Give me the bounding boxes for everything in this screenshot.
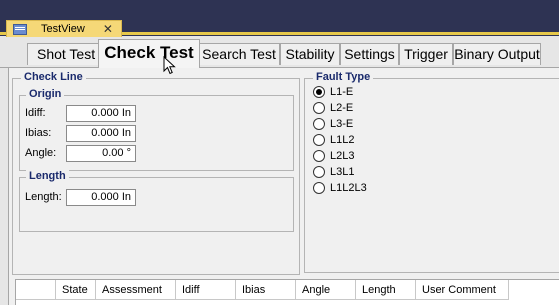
idiff-input[interactable]: 0.000 In [66, 105, 136, 122]
fault-option-l2l3[interactable]: L2L3 [313, 150, 354, 162]
grid-header-user-comment[interactable]: User Comment [416, 280, 509, 300]
close-icon[interactable]: ✕ [103, 22, 113, 36]
fault-option-l1l2l3[interactable]: L1L2L3 [313, 182, 367, 194]
fault-option-label: L2-E [330, 102, 354, 114]
angle-input[interactable]: 0.00 ° [66, 145, 136, 162]
tab-stability[interactable]: Stability [280, 43, 340, 65]
radio-button[interactable] [313, 166, 325, 178]
radio-button[interactable] [313, 134, 325, 146]
fault-option-label: L2L3 [330, 150, 355, 162]
radio-button[interactable] [313, 86, 325, 98]
grid-header-idiff[interactable]: Idiff [176, 280, 236, 300]
document-icon [13, 23, 27, 35]
grid-header-state[interactable]: State [56, 280, 96, 300]
document-tab-testview[interactable]: TestView ✕ [6, 20, 122, 37]
radio-button[interactable] [313, 182, 325, 194]
fault-option-label: L1-E [330, 86, 354, 98]
ibias-input[interactable]: 0.000 In [66, 125, 136, 142]
fault-option-label: L1L2L3 [330, 182, 367, 194]
fault-option-l3-e[interactable]: L3-E [313, 118, 353, 130]
tab-trigger[interactable]: Trigger [399, 43, 453, 65]
tab-settings[interactable]: Settings [340, 43, 399, 65]
origin-legend: Origin [26, 88, 65, 100]
check-line-legend: Check Line [21, 71, 86, 83]
test-tabstrip: Shot Test Check Test Search Test Stabili… [0, 37, 559, 69]
fault-option-label: L3-E [330, 118, 354, 130]
grid-header-length[interactable]: Length [356, 280, 416, 300]
results-grid[interactable]: State Assessment Idiff Ibias Angle Lengt… [15, 279, 559, 305]
fault-option-label: L3L1 [330, 166, 355, 178]
length-input[interactable]: 0.000 In [66, 189, 136, 206]
radio-button[interactable] [313, 102, 325, 114]
idiff-label: Idiff: [25, 107, 46, 119]
fault-option-l3l1[interactable]: L3L1 [313, 166, 354, 178]
tab-binary-output[interactable]: Binary Output [453, 43, 541, 65]
check-line-group: Check Line Origin Idiff: 0.000 In Ibias:… [12, 71, 300, 275]
origin-group: Origin Idiff: 0.000 In Ibias: 0.000 In A… [19, 88, 294, 171]
fault-option-label: L1L2 [330, 134, 355, 146]
fault-type-legend: Fault Type [313, 71, 374, 83]
grid-header-assessment[interactable]: Assessment [96, 280, 176, 300]
tab-search-test[interactable]: Search Test [198, 43, 280, 65]
ibias-label: Ibias: [25, 127, 52, 139]
radio-button[interactable] [313, 118, 325, 130]
fault-option-l2-e[interactable]: L2-E [313, 102, 353, 114]
document-tab-band: TestView ✕ [0, 0, 559, 37]
grid-header-row: State Assessment Idiff Ibias Angle Lengt… [16, 280, 509, 300]
fault-option-l1-e[interactable]: L1-E [313, 86, 353, 98]
length-legend: Length [26, 170, 69, 182]
length-label: Length: [25, 191, 62, 203]
tab-shot-test[interactable]: Shot Test [27, 43, 101, 65]
grid-header-ibias[interactable]: Ibias [236, 280, 296, 300]
grid-header-rowselector[interactable] [16, 280, 56, 300]
length-group: Length Length: 0.000 In [19, 170, 294, 232]
mouse-pointer-icon [163, 56, 176, 75]
tab-check-test[interactable]: Check Test [98, 39, 200, 68]
check-test-panel: Check Line Origin Idiff: 0.000 In Ibias:… [8, 68, 559, 305]
document-tab-title: TestView [41, 23, 85, 35]
fault-type-group: Fault Type L1-E L2-E L3-E L1L2 L2L3 L3L1… [304, 71, 559, 273]
grid-header-angle[interactable]: Angle [296, 280, 356, 300]
angle-label: Angle: [25, 147, 57, 159]
radio-button[interactable] [313, 150, 325, 162]
fault-option-l1l2[interactable]: L1L2 [313, 134, 354, 146]
